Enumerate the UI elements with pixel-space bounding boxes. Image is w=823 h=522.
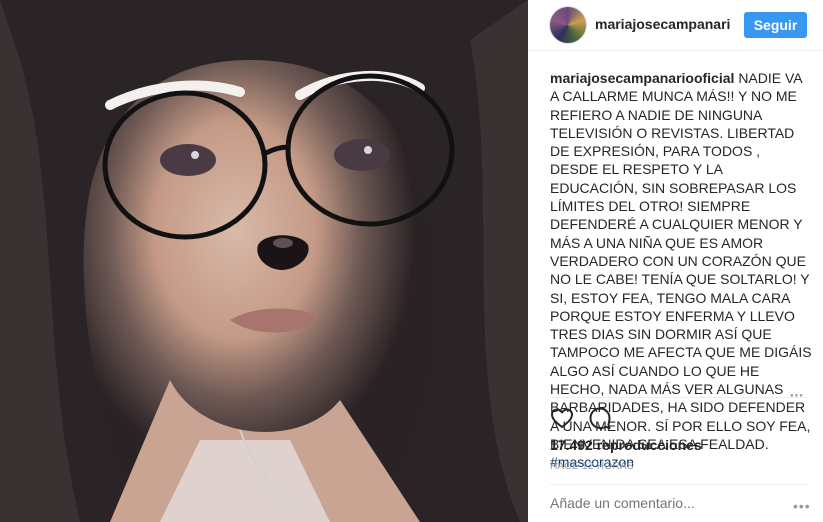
avatar[interactable]: [549, 6, 587, 44]
follow-button[interactable]: Seguir: [744, 12, 807, 38]
post-media-video[interactable]: [0, 0, 528, 522]
post-side-panel: mariajosecampanario Seguir mariajosecamp…: [528, 0, 823, 522]
view-count: 17.492 reproducciones: [550, 437, 702, 453]
post-header: mariajosecampanario Seguir: [528, 0, 823, 51]
selfie-image: [0, 0, 528, 522]
comment-input[interactable]: [550, 495, 780, 511]
header-username-link[interactable]: mariajosecampanario: [595, 16, 731, 32]
post-timestamp[interactable]: HACE 12 HORAS: [550, 461, 634, 472]
caption-text: NADIE VA A CALLARME MUNCA MÁS!! Y NO ME …: [550, 70, 812, 452]
caption-username-link[interactable]: mariajosecampanariooficial: [550, 70, 734, 86]
divider: [550, 397, 808, 398]
divider: [550, 484, 808, 485]
post-actions: [550, 406, 612, 430]
heart-icon[interactable]: [550, 406, 574, 430]
more-options-icon[interactable]: •••: [793, 498, 811, 514]
loading-dots-icon: ●●●: [790, 393, 804, 399]
comment-bubble-icon[interactable]: [588, 406, 612, 430]
